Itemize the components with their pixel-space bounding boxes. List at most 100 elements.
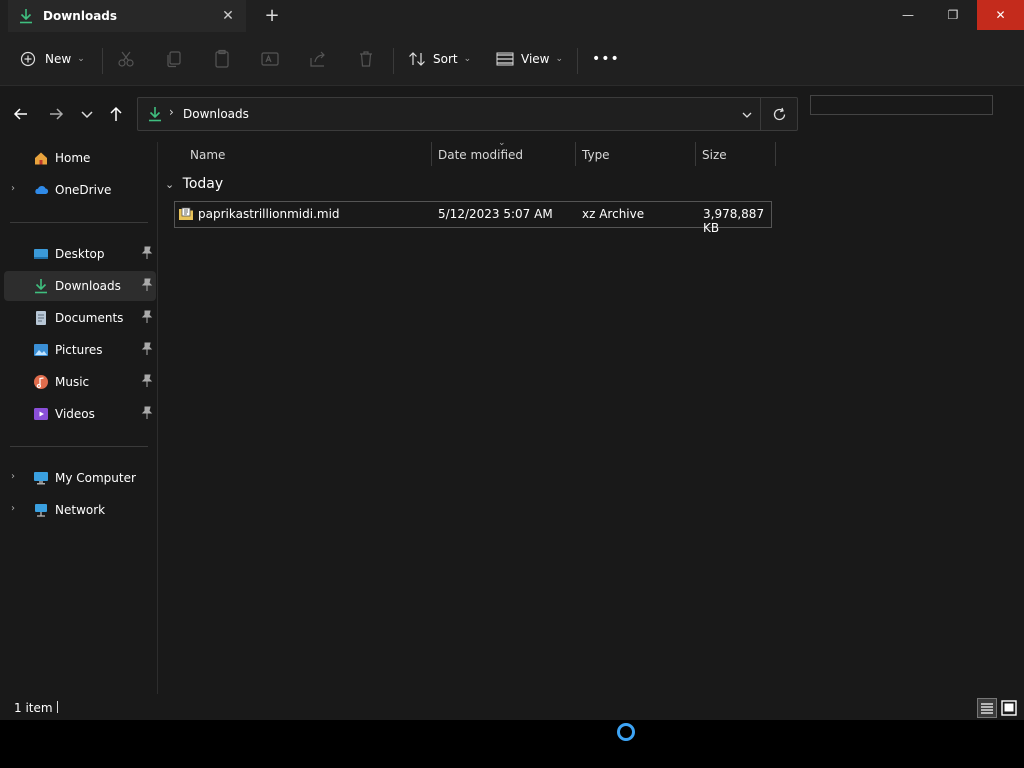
command-bar: New ⌄ Sort ⌄ View ⌄ ••• — [0, 32, 1024, 86]
chevron-right-icon[interactable]: › — [11, 183, 21, 197]
copy-icon[interactable] — [163, 48, 185, 70]
sidebar-item-my-computer[interactable]: › My Computer — [4, 463, 156, 493]
forward-arrow-icon[interactable] — [46, 104, 66, 124]
sidebar-item-documents[interactable]: Documents — [4, 303, 156, 333]
download-icon — [35, 279, 47, 294]
toolbar-divider — [393, 48, 394, 74]
chevron-right-icon[interactable]: › — [11, 503, 21, 517]
sidebar-item-label: My Computer — [55, 471, 136, 485]
back-arrow-icon[interactable] — [11, 104, 31, 124]
file-name: paprikastrillionmidi.mid — [198, 207, 340, 221]
sidebar-item-label: Videos — [55, 407, 95, 421]
taskbar — [0, 720, 1024, 768]
breadcrumb-separator-icon[interactable]: › — [169, 105, 174, 119]
pin-icon[interactable] — [141, 342, 153, 356]
sidebar-item-onedrive[interactable]: › OneDrive — [4, 175, 156, 205]
refresh-icon[interactable] — [772, 107, 787, 122]
column-header-name[interactable]: Name — [190, 148, 225, 172]
tab-downloads[interactable]: Downloads ✕ — [8, 0, 246, 32]
pin-icon[interactable] — [141, 406, 153, 420]
plus-circle-icon — [20, 51, 36, 67]
archive-file-icon — [179, 207, 193, 220]
column-divider[interactable] — [575, 142, 576, 166]
sidebar-item-label: Music — [55, 375, 90, 389]
view-label: View — [521, 52, 550, 66]
maximize-button[interactable]: ❐ — [930, 0, 976, 30]
large-icons-view-icon[interactable] — [999, 698, 1019, 718]
computer-icon — [34, 472, 48, 485]
column-header-size[interactable]: Size — [702, 148, 727, 172]
share-icon[interactable] — [307, 48, 329, 70]
column-header-date-modified[interactable]: Date modified — [438, 148, 523, 172]
sidebar-item-label: Home — [55, 151, 91, 165]
chevron-down-icon: ⌄ — [77, 54, 85, 64]
recent-locations-chevron-icon[interactable] — [77, 104, 97, 124]
view-button[interactable]: View ⌄ — [496, 45, 563, 73]
details-view-icon[interactable] — [977, 698, 997, 718]
pin-icon[interactable] — [141, 246, 153, 260]
sidebar-item-label: OneDrive — [55, 183, 112, 197]
navigation-pane: Home › OneDrive Desktop Downloads Docume… — [0, 142, 158, 694]
videos-icon — [34, 408, 48, 420]
tab-close-icon[interactable]: ✕ — [218, 6, 238, 26]
new-label: New — [45, 52, 72, 66]
pictures-icon — [34, 344, 48, 356]
toolbar-divider — [102, 48, 103, 74]
file-size: 3,978,887 KB — [703, 207, 765, 235]
pin-icon[interactable] — [141, 310, 153, 324]
chevron-right-icon[interactable]: › — [11, 471, 21, 485]
search-input[interactable] — [810, 95, 993, 115]
network-icon — [35, 504, 47, 517]
cloud-icon — [35, 186, 49, 194]
column-header-type[interactable]: Type — [582, 148, 610, 172]
group-label: Today — [182, 176, 224, 192]
breadcrumb[interactable]: Downloads — [183, 107, 249, 121]
minimize-button[interactable]: — — [885, 0, 931, 30]
delete-icon[interactable] — [355, 48, 377, 70]
file-date-modified: 5/12/2023 5:07 AM — [438, 207, 553, 221]
group-header-today[interactable]: ⌄ Today — [165, 176, 223, 192]
more-options-icon[interactable]: ••• — [592, 45, 620, 73]
new-tab-button[interactable]: + — [260, 5, 284, 27]
column-divider[interactable] — [431, 142, 432, 166]
chevron-down-icon: ⌄ — [165, 178, 175, 191]
home-icon — [35, 152, 47, 165]
file-list: Name ⌄ Date modified Type Size ⌄ Today p… — [159, 138, 1024, 694]
tab-title: Downloads — [43, 9, 118, 23]
paste-icon[interactable] — [211, 48, 233, 70]
sort-label: Sort — [433, 52, 458, 66]
rename-icon[interactable] — [259, 48, 281, 70]
column-divider[interactable] — [695, 142, 696, 166]
file-explorer-window: Downloads ✕ + — ❐ ✕ New ⌄ Sort ⌄ View ⌄ … — [0, 0, 1024, 720]
sidebar-item-downloads[interactable]: Downloads — [4, 271, 156, 301]
sidebar-item-network[interactable]: › Network — [4, 495, 156, 525]
new-button[interactable]: New ⌄ — [20, 45, 85, 73]
sidebar-divider — [10, 446, 148, 447]
chevron-down-icon: ⌄ — [555, 54, 564, 64]
document-icon — [36, 311, 46, 325]
file-type: xz Archive — [582, 207, 645, 221]
address-area: › Downloads — [0, 86, 1024, 142]
column-divider[interactable] — [775, 142, 776, 166]
sidebar-item-home[interactable]: Home — [4, 143, 156, 173]
table-row[interactable]: paprikastrillionmidi.mid 5/12/2023 5:07 … — [174, 201, 772, 235]
loading-spinner-icon — [617, 723, 635, 741]
pin-icon[interactable] — [141, 374, 153, 388]
sort-button[interactable]: Sort ⌄ — [408, 45, 471, 73]
sort-icon — [409, 52, 425, 66]
close-window-button[interactable]: ✕ — [977, 0, 1024, 30]
view-icon — [496, 52, 514, 66]
up-arrow-icon[interactable] — [106, 104, 126, 124]
chevron-down-icon[interactable] — [740, 108, 754, 122]
sidebar-item-music[interactable]: Music — [4, 367, 156, 397]
toolbar-divider — [577, 48, 578, 74]
sidebar-item-desktop[interactable]: Desktop — [4, 239, 156, 269]
sidebar-item-label: Pictures — [55, 343, 103, 357]
cut-icon[interactable] — [115, 48, 137, 70]
chevron-down-icon: ⌄ — [463, 54, 472, 64]
sidebar-item-pictures[interactable]: Pictures — [4, 335, 156, 365]
sidebar-item-videos[interactable]: Videos — [4, 399, 156, 429]
pin-icon[interactable] — [141, 278, 153, 292]
address-bar[interactable]: › Downloads — [137, 97, 798, 131]
item-count: 1 item — [14, 701, 53, 715]
